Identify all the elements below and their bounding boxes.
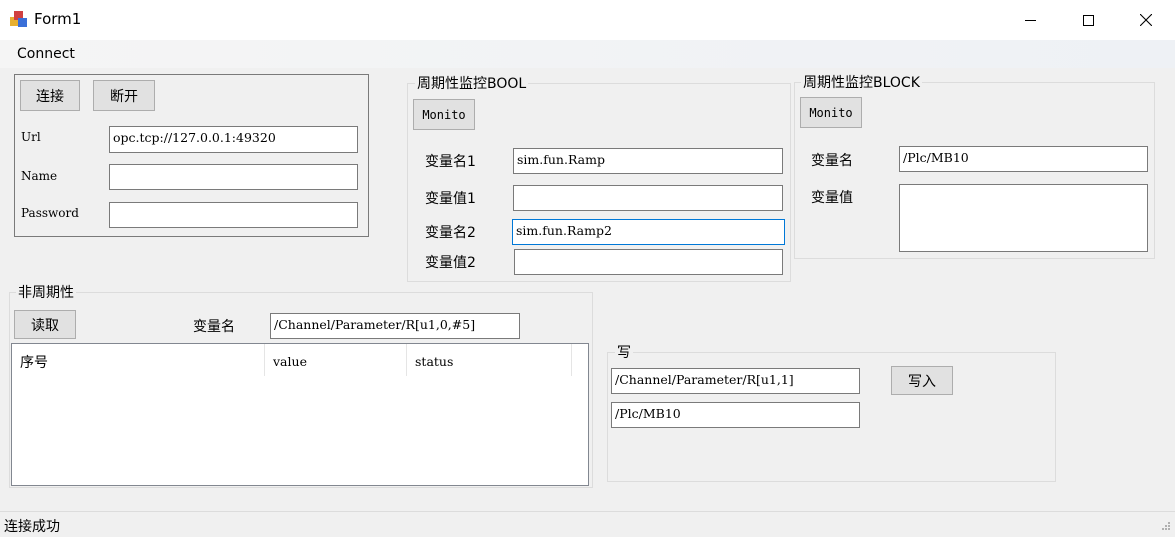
status-bar xyxy=(0,511,1175,537)
app-icon xyxy=(10,11,27,28)
read-button[interactable]: 读取 xyxy=(14,310,76,339)
block-var-value-label: 变量值 xyxy=(811,190,853,206)
name-input[interactable] xyxy=(109,164,358,190)
block-var-value-textarea[interactable] xyxy=(899,184,1148,252)
bool-var-name1-label: 变量名1 xyxy=(425,154,476,170)
maximize-button[interactable] xyxy=(1059,0,1117,40)
bool-var-value1-label: 变量值1 xyxy=(425,191,476,207)
block-var-name-input[interactable]: /Plc/MB10 xyxy=(899,146,1148,172)
result-list[interactable]: 序号 value status xyxy=(11,343,589,486)
close-button[interactable] xyxy=(1117,0,1175,40)
bool-group-title: 周期性监控BOOL xyxy=(415,73,529,93)
title-bar: Form1 xyxy=(0,0,1175,40)
block-var-name-label: 变量名 xyxy=(811,153,853,169)
url-label: Url xyxy=(21,130,41,144)
column-header-index[interactable]: 序号 xyxy=(12,344,265,376)
url-input[interactable]: opc.tcp://127.0.0.1:49320 xyxy=(109,126,358,153)
minimize-button[interactable] xyxy=(1001,0,1059,40)
write-path-input[interactable]: /Channel/Parameter/R[u1,1] xyxy=(611,368,860,394)
status-text: 连接成功 xyxy=(4,519,60,535)
bool-var-name2-input[interactable]: sim.fun.Ramp2 xyxy=(512,219,785,245)
column-header-status[interactable]: status xyxy=(407,344,572,376)
disconnect-button[interactable]: 断开 xyxy=(93,80,155,111)
menu-bar xyxy=(0,40,1175,68)
write-value-input[interactable]: /Plc/MB10 xyxy=(611,402,860,428)
bool-var-name1-input[interactable]: sim.fun.Ramp xyxy=(513,148,783,174)
bool-var-value1-input[interactable] xyxy=(513,185,783,211)
column-header-value[interactable]: value xyxy=(265,344,407,376)
write-button[interactable]: 写入 xyxy=(891,366,953,395)
bool-var-name2-label: 变量名2 xyxy=(425,225,476,241)
write-group-title: 写 xyxy=(615,342,633,362)
close-icon xyxy=(1140,14,1152,26)
maximize-icon xyxy=(1082,14,1094,26)
block-monitor-button[interactable]: Monito xyxy=(800,97,862,128)
password-input[interactable] xyxy=(109,202,358,228)
bool-monitor-button[interactable]: Monito xyxy=(413,99,475,130)
block-group-title: 周期性监控BLOCK xyxy=(801,72,922,92)
window-title: Form1 xyxy=(34,10,82,28)
nonperiodic-var-name-input[interactable]: /Channel/Parameter/R[u1,0,#5] xyxy=(270,313,520,339)
bool-var-value2-input[interactable] xyxy=(514,249,783,275)
menu-connect[interactable]: Connect xyxy=(17,46,75,62)
minimize-icon xyxy=(1024,19,1036,21)
connect-button[interactable]: 连接 xyxy=(20,80,80,111)
bool-var-value2-label: 变量值2 xyxy=(425,255,476,271)
nonperiodic-group-title: 非周期性 xyxy=(16,282,76,302)
password-label: Password xyxy=(21,206,79,220)
name-label: Name xyxy=(21,169,58,183)
nonperiodic-var-name-label: 变量名 xyxy=(193,319,235,335)
resize-grip-icon[interactable] xyxy=(1159,521,1171,533)
